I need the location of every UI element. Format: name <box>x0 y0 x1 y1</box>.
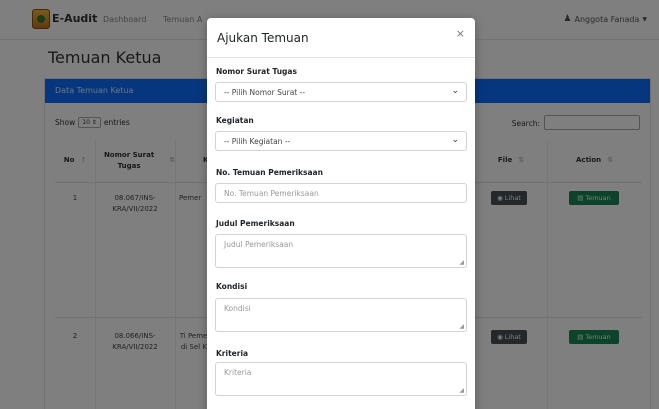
resize-handle-icon[interactable]: ◢ <box>459 387 464 394</box>
no-temuan-input[interactable]: No. Temuan Pemeriksaan <box>215 183 467 203</box>
judul-textarea[interactable]: Judul Pemeriksaan ◢ <box>215 234 467 268</box>
kegiatan-select[interactable]: -- Pilih Kegiatan -- ⌄ <box>215 131 467 151</box>
nomor-surat-select[interactable]: -- Pilih Nomor Surat -- ⌄ <box>215 82 467 102</box>
label-kondisi: Kondisi <box>216 282 248 291</box>
label-no-temuan: No. Temuan Pemeriksaan <box>216 168 323 177</box>
label-kriteria: Kriteria <box>216 349 249 358</box>
resize-handle-icon[interactable]: ◢ <box>459 323 464 330</box>
kondisi-textarea[interactable]: Kondisi ◢ <box>215 298 467 332</box>
label-nomor-surat-tugas: Nomor Surat Tugas <box>216 67 297 76</box>
kriteria-textarea[interactable]: Kriteria ◢ <box>215 362 467 396</box>
chevron-down-icon: ⌄ <box>451 135 459 145</box>
resize-handle-icon[interactable]: ◢ <box>459 259 464 266</box>
label-kegiatan: Kegiatan <box>216 116 254 125</box>
ajukan-temuan-modal: Ajukan Temuan × Nomor Surat Tugas -- Pil… <box>207 18 475 409</box>
modal-header: Ajukan Temuan × <box>207 18 475 58</box>
close-icon[interactable]: × <box>456 27 465 40</box>
label-judul: Judul Pemeriksaan <box>216 219 295 228</box>
modal-title: Ajukan Temuan <box>217 31 309 45</box>
chevron-down-icon: ⌄ <box>451 86 459 96</box>
